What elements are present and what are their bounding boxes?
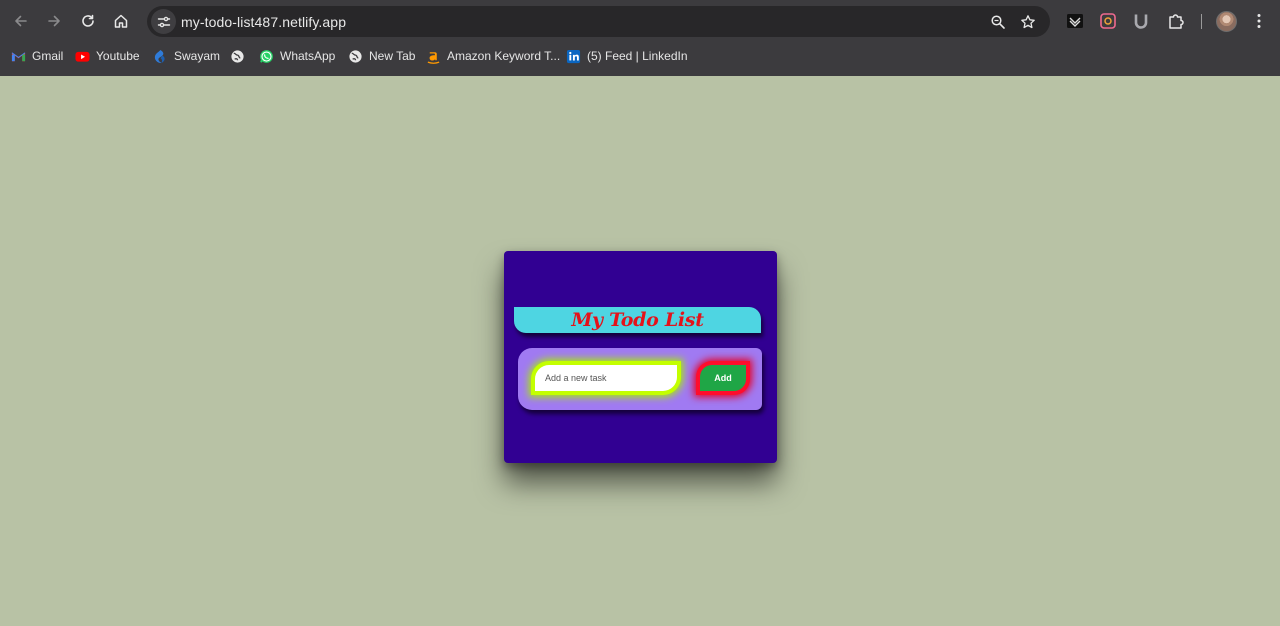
add-task-button[interactable]: Add [700, 365, 746, 391]
arrow-left-icon [15, 15, 27, 27]
extension-camera-icon [1100, 13, 1116, 29]
bookmark-gmail[interactable]: Gmail [11, 46, 63, 66]
url-text[interactable]: my-todo-list487.netlify.app [181, 14, 346, 30]
bookmark-label: Swayam [174, 49, 221, 63]
extensions-menu-button[interactable] [1166, 11, 1186, 31]
bookmarks-bar: Gmail Youtube Swayam WhatsApp New Tab Am… [0, 42, 1280, 70]
globe-icon [348, 49, 363, 64]
amazon-icon [426, 49, 441, 64]
globe-icon [230, 49, 245, 64]
extension-button[interactable] [1098, 11, 1118, 31]
new-task-input[interactable] [535, 365, 677, 391]
todo-card: My Todo List Add [504, 251, 777, 463]
bookmark-label: Amazon Keyword T... [447, 49, 561, 63]
back-button[interactable] [8, 8, 34, 34]
linkedin-icon [566, 49, 581, 64]
bookmark-label: (5) Feed | LinkedIn [587, 49, 688, 63]
browser-chrome: my-todo-list487.netlify.app Gmail Youtub… [0, 0, 1280, 76]
toolbar-separator [1201, 14, 1202, 29]
home-icon [114, 14, 128, 28]
extension-button[interactable] [1065, 11, 1085, 31]
browser-menu-button[interactable] [1251, 11, 1267, 31]
more-vertical-icon [1257, 14, 1261, 28]
site-info-button[interactable] [151, 9, 176, 34]
reload-icon [82, 14, 94, 27]
bookmark-label: WhatsApp [280, 49, 336, 63]
swayam-icon [153, 49, 168, 64]
zoom-icon [990, 14, 1005, 29]
bookmark-swayam[interactable]: Swayam [153, 46, 220, 66]
youtube-icon [75, 49, 90, 64]
bookmark-label: Gmail [32, 49, 64, 63]
profile-avatar[interactable] [1216, 11, 1237, 32]
zoom-button[interactable] [988, 12, 1007, 31]
input-panel: Add [518, 348, 762, 410]
reload-button[interactable] [75, 8, 101, 34]
gmail-icon [11, 49, 26, 64]
bookmark-globe[interactable] [230, 46, 251, 66]
bookmark-star-button[interactable] [1018, 12, 1037, 31]
tune-icon [157, 16, 170, 27]
home-button[interactable] [108, 8, 134, 34]
bookmark-label: Youtube [96, 49, 140, 63]
browser-toolbar: my-todo-list487.netlify.app [0, 0, 1280, 42]
address-bar[interactable]: my-todo-list487.netlify.app [147, 6, 1050, 37]
star-icon [1020, 14, 1035, 28]
bookmark-new-tab[interactable]: New Tab [348, 46, 415, 66]
bookmark-linkedin[interactable]: (5) Feed | LinkedIn [566, 46, 688, 66]
extension-button[interactable] [1131, 11, 1151, 31]
bookmark-whatsapp[interactable]: WhatsApp [259, 46, 335, 66]
forward-button[interactable] [41, 8, 67, 34]
arrow-right-icon [48, 15, 60, 27]
title-bar: My Todo List [514, 307, 761, 333]
bookmark-amazon-keyword[interactable]: Amazon Keyword T... [426, 46, 560, 66]
extension-u-icon [1134, 14, 1148, 29]
puzzle-icon [1169, 14, 1184, 29]
whatsapp-icon [259, 49, 274, 64]
extension-shield-icon [1067, 14, 1083, 28]
bookmark-youtube[interactable]: Youtube [75, 46, 140, 66]
bookmark-label: New Tab [369, 49, 416, 63]
page-title: My Todo List [571, 309, 704, 331]
